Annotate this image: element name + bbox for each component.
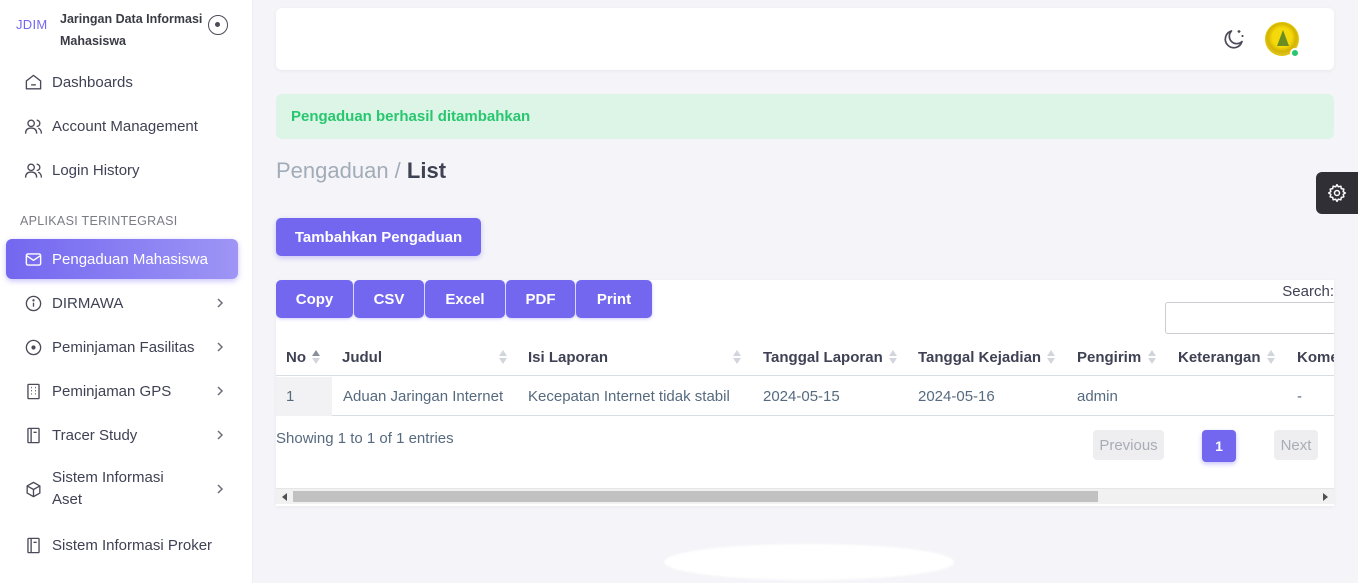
datatable-card: Copy CSV Excel PDF Print Search: No Judu… <box>276 280 1334 506</box>
sidebar-item-dashboards[interactable]: Dashboards <box>6 62 238 102</box>
sidebar-item-label: Peminjaman Fasilitas <box>52 338 195 356</box>
book-icon <box>23 535 43 555</box>
sidebar-item-label: Sistem Informasi Aset <box>52 469 164 508</box>
sidebar-item-sistem-informasi-proker[interactable]: Sistem Informasi Proker <box>6 525 238 565</box>
pdf-button[interactable]: PDF <box>506 280 575 318</box>
menu-section-header: APLIKASI TERINTEGRASI <box>20 214 178 228</box>
breadcrumb-parent: Pengaduan / <box>276 158 401 183</box>
sidebar-item-account-management[interactable]: Account Management <box>6 106 238 146</box>
sidebar-item-label: DIRMAWA <box>52 294 124 312</box>
csv-button[interactable]: CSV <box>354 280 424 318</box>
table-cell: 2024-05-15 <box>763 388 840 405</box>
success-alert: Pengaduan berhasil ditambahkan <box>276 94 1334 139</box>
search-input[interactable] <box>1165 302 1334 334</box>
box-icon <box>23 479 43 499</box>
page-1-button[interactable]: 1 <box>1202 430 1236 462</box>
breadcrumb: Pengaduan / List <box>276 158 446 184</box>
chevron-right-icon <box>217 386 224 396</box>
horizontal-scrollbar[interactable] <box>276 488 1334 504</box>
sidebar-item-label: Sistem Informasi Proker <box>52 536 213 554</box>
table-cell: - <box>1297 388 1302 405</box>
scrollbar-thumb[interactable] <box>293 491 1098 502</box>
table-cell: admin <box>1077 388 1118 405</box>
chevron-right-icon <box>217 342 224 352</box>
sort-asc-icon <box>312 347 321 367</box>
table-cell: 1 <box>286 388 295 405</box>
column-header[interactable]: Tanggal Laporan <box>763 338 883 376</box>
column-header[interactable]: Pengirim <box>1077 338 1141 376</box>
table-info: Showing 1 to 1 of 1 entries <box>276 430 454 447</box>
sidebar-item-sistem-informasi-aset[interactable]: Sistem Informasi Aset <box>6 463 238 515</box>
column-header[interactable]: No <box>286 338 306 376</box>
column-header[interactable]: Kome <box>1297 338 1334 376</box>
sidebar-item-peminjaman-fasilitas[interactable]: Peminjaman Fasilitas <box>6 327 238 367</box>
theme-settings-button[interactable] <box>1316 172 1358 214</box>
gear-icon <box>1327 183 1347 203</box>
sort-icon <box>1267 347 1276 367</box>
sidebar-item-label: Tracer Study <box>52 426 138 444</box>
next-page-button[interactable]: Next <box>1274 430 1318 460</box>
table-cell: Aduan Jaringan Internet <box>343 388 504 405</box>
sidebar-item-label: Account Management <box>52 117 198 135</box>
sort-icon <box>1047 347 1056 367</box>
brand-logo: JDIM <box>16 17 48 32</box>
column-header[interactable]: Keterangan <box>1178 338 1261 376</box>
table-cell: Kecepatan Internet tidak stabil <box>528 388 730 405</box>
home-icon <box>23 72 43 92</box>
sidebar-item-label: Peminjaman GPS <box>52 382 172 400</box>
table-header: No Judul Isi Laporan Tanggal Laporan Tan… <box>276 338 1334 376</box>
add-complaint-button[interactable]: Tambahkan Pengaduan <box>276 218 481 256</box>
sort-icon <box>1148 347 1157 367</box>
breadcrumb-current: List <box>406 158 447 183</box>
table-cell: 2024-05-16 <box>918 388 995 405</box>
top-navbar <box>276 8 1334 70</box>
sidebar-item-login-history[interactable]: Login History <box>6 150 238 190</box>
sidebar-item-peminjaman-gps[interactable]: Peminjaman GPS <box>6 371 238 411</box>
print-button[interactable]: Print <box>576 280 652 318</box>
previous-page-button[interactable]: Previous <box>1093 430 1164 460</box>
chevron-right-icon <box>217 298 224 308</box>
users-icon <box>23 116 43 136</box>
sort-icon <box>889 347 898 367</box>
sidebar-item-label: Pengaduan Mahasiswa <box>52 250 208 268</box>
table-row: 1 Aduan Jaringan Internet Kecepatan Inte… <box>276 377 1334 416</box>
book-icon <box>23 425 43 445</box>
sidebar-item-label: Dashboards <box>52 73 133 91</box>
search-label: Search: <box>1282 283 1334 300</box>
brand-name: Jaringan Data Informasi Mahasiswa <box>60 12 203 48</box>
copy-button[interactable]: Copy <box>276 280 353 318</box>
sorted-column-bg <box>276 377 332 416</box>
chevron-right-icon <box>217 484 224 494</box>
moon-icon[interactable] <box>1222 27 1246 51</box>
sidebar: JDIM Jaringan Data Informasi Mahasiswa D… <box>0 0 253 583</box>
column-header[interactable]: Isi Laporan <box>528 338 608 376</box>
mail-icon <box>23 249 43 269</box>
sort-icon <box>499 347 508 367</box>
export-buttons: Copy CSV Excel PDF Print <box>276 280 653 318</box>
info-circle-icon <box>23 293 43 313</box>
users-icon <box>23 160 43 180</box>
sidebar-item-tracer-study[interactable]: Tracer Study <box>6 415 238 455</box>
sidebar-item-label: Login History <box>52 161 140 179</box>
column-header[interactable]: Judul <box>342 338 382 376</box>
sidebar-item-pengaduan-mahasiswa[interactable]: Pengaduan Mahasiswa <box>6 239 238 279</box>
column-header[interactable]: Tanggal Kejadian <box>918 338 1041 376</box>
brand[interactable]: JDIM Jaringan Data Informasi Mahasiswa <box>16 8 246 48</box>
chevron-right-icon <box>217 430 224 440</box>
redacted-area <box>664 544 954 580</box>
circle-dot-icon <box>23 337 43 357</box>
scroll-left-icon[interactable] <box>282 493 287 501</box>
building-icon <box>23 381 43 401</box>
excel-button[interactable]: Excel <box>425 280 505 318</box>
online-status-dot <box>1290 48 1300 58</box>
scroll-right-icon[interactable] <box>1323 493 1328 501</box>
sidebar-item-dirmawa[interactable]: DIRMAWA <box>6 283 238 323</box>
sidebar-toggle-icon[interactable] <box>208 15 228 35</box>
sort-icon <box>733 347 742 367</box>
